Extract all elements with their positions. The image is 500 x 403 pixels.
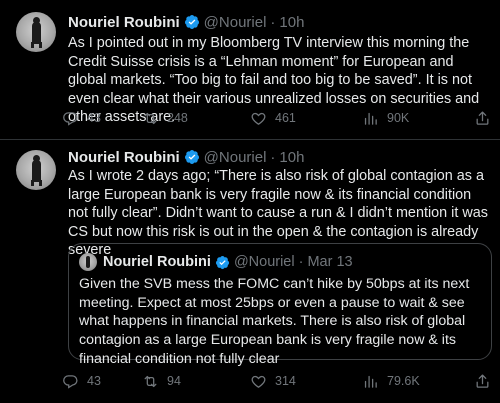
reply-count: 43 <box>87 111 101 125</box>
reply-icon <box>63 374 78 389</box>
tweet-actions: 43 94 314 79.6K <box>62 371 492 391</box>
share-button[interactable] <box>474 110 499 127</box>
verified-badge-icon <box>215 255 229 269</box>
retweet-count: 94 <box>167 374 181 388</box>
tweet-header: Nouriel Roubini @Nouriel · 10h <box>68 147 304 167</box>
views-chart-icon <box>364 375 377 388</box>
author-handle[interactable]: @Nouriel <box>204 14 267 31</box>
quoted-timestamp: Mar 13 <box>307 254 353 270</box>
retweet-button[interactable]: 248 <box>142 110 188 127</box>
verified-badge-icon <box>184 15 199 29</box>
tweet-header: Nouriel Roubini @Nouriel · 10h <box>68 12 304 32</box>
retweet-button[interactable]: 94 <box>142 373 181 390</box>
reply-button[interactable]: 43 <box>62 373 101 390</box>
like-button[interactable]: 461 <box>250 110 296 127</box>
separator-dot: · <box>298 254 304 270</box>
heart-icon <box>251 112 266 125</box>
separator-dot: · <box>270 148 276 166</box>
verified-badge-icon <box>184 150 199 164</box>
avatar[interactable] <box>16 12 56 52</box>
share-icon <box>476 373 489 388</box>
views-chart-icon <box>364 112 377 125</box>
quoted-avatar <box>79 253 97 271</box>
views-button[interactable]: 79.6K <box>362 373 420 390</box>
separator-dot: · <box>270 13 276 31</box>
timestamp[interactable]: 10h <box>279 149 304 166</box>
views-count: 79.6K <box>387 374 420 388</box>
tweet[interactable]: Nouriel Roubini @Nouriel · 10h As I poin… <box>0 0 500 140</box>
quoted-tweet-header: Nouriel Roubini @Nouriel · Mar 13 <box>79 253 353 271</box>
quoted-author-handle: @Nouriel <box>233 254 295 270</box>
reply-count: 43 <box>87 374 101 388</box>
retweet-icon <box>144 112 157 124</box>
retweet-count: 248 <box>167 111 188 125</box>
share-icon <box>476 110 489 125</box>
reply-icon <box>63 111 78 126</box>
avatar[interactable] <box>16 150 56 190</box>
views-button[interactable]: 90K <box>362 110 409 127</box>
timestamp[interactable]: 10h <box>279 14 304 31</box>
tweet-actions: 43 248 461 90K <box>62 108 492 128</box>
reply-button[interactable]: 43 <box>62 110 101 127</box>
author-name[interactable]: Nouriel Roubini <box>68 14 180 31</box>
like-count: 461 <box>275 111 296 125</box>
like-count: 314 <box>275 374 296 388</box>
views-count: 90K <box>387 111 410 125</box>
quoted-author-name: Nouriel Roubini <box>103 254 211 270</box>
author-handle[interactable]: @Nouriel <box>204 149 267 166</box>
quoted-tweet[interactable]: Nouriel Roubini @Nouriel · Mar 13 Given … <box>68 243 492 367</box>
author-name[interactable]: Nouriel Roubini <box>68 149 180 166</box>
share-button[interactable] <box>474 373 499 390</box>
tweet[interactable]: Nouriel Roubini @Nouriel · 10h As I wrot… <box>0 140 500 403</box>
like-button[interactable]: 314 <box>250 373 296 390</box>
quoted-tweet-text: Given the SVB mess the FOMC can’t hike b… <box>79 276 470 367</box>
retweet-icon <box>144 375 157 387</box>
heart-icon <box>251 375 266 388</box>
